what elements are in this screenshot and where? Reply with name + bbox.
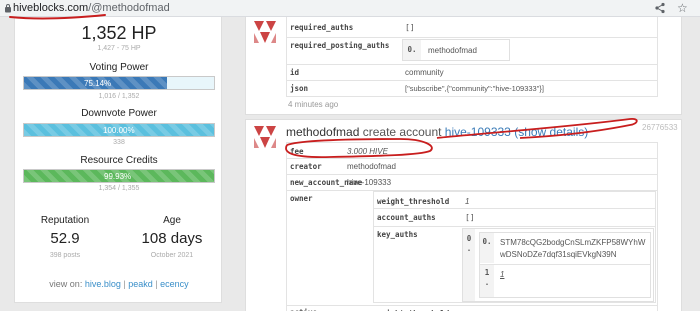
downvote-power-detail: 338 — [113, 139, 125, 146]
resource-credits-value: 99.93% — [104, 172, 132, 181]
array-index: 0. — [480, 233, 494, 263]
url-host: hiveblocks.com — [13, 2, 89, 14]
array-index-dot: . — [484, 278, 490, 287]
url-path: /@methodofmad — [88, 2, 170, 14]
downvote-power-value: 100.00% — [103, 126, 135, 135]
peakd-link[interactable]: peakd — [128, 279, 153, 289]
array-index: 0. — [403, 40, 421, 60]
key-weight: 1 — [500, 270, 505, 279]
reputation-value: 52.9 — [50, 230, 80, 247]
field-key: json — [290, 84, 309, 93]
operation-timestamp: 4 minutes ago — [288, 100, 339, 109]
link-separator: | — [155, 279, 158, 289]
show-details-link[interactable]: (show details) — [514, 125, 588, 139]
operation-number[interactable]: 26776533 — [642, 123, 678, 132]
view-on-label: view on: — [49, 279, 83, 289]
voting-power-value: 75.14% — [84, 79, 112, 88]
resource-credits-detail: 1,354 / 1,355 — [98, 185, 140, 192]
profile-panel: 1,352 HP 1,427 - 75 HP Voting Power 75.1… — [14, 17, 222, 303]
field-value: [] — [465, 213, 475, 222]
array-index: 1. — [480, 265, 494, 297]
field-key: key_auths — [377, 230, 418, 239]
link-separator: | — [123, 279, 126, 289]
share-icon[interactable] — [654, 2, 666, 14]
hive-power-detail: 1,427 - 75 HP — [97, 45, 141, 52]
age-title: Age — [163, 215, 181, 226]
field-value: methodofmad — [428, 46, 477, 55]
field-value: hive-109333 — [347, 178, 392, 187]
voting-power-bar: 75.14% — [23, 76, 215, 90]
resource-credits-bar: 99.93% — [23, 169, 215, 183]
address-bar[interactable]: hiveblocks.com/@methodofmad ☆ — [0, 0, 700, 17]
owner-authority-table: weight_threshold 1 account_auths [] key_… — [373, 191, 656, 303]
field-key: account_auths — [377, 213, 436, 222]
hive-power-total: 1,352 HP — [81, 23, 157, 43]
array-index-digit: 0 — [466, 234, 472, 243]
field-value: community — [405, 68, 444, 77]
operation-table: fee 3.000 HIVE creator methodofmad new_a… — [286, 142, 658, 311]
age-value: 108 days — [141, 230, 203, 247]
public-key-line-1: STM78cQG2bodgCnSLmZKFP58WYhW — [500, 238, 646, 247]
array-index-digit: 1 — [484, 268, 490, 277]
user-link[interactable]: methodofmad — [286, 125, 359, 139]
lock-icon — [5, 4, 11, 13]
field-value: 3.000 HIVE — [347, 147, 388, 156]
target-account-link[interactable]: hive-109333 — [445, 125, 511, 139]
ecency-link[interactable]: ecency — [160, 279, 189, 289]
array-index-dot: . — [466, 244, 472, 253]
operation-table: required_auths [] required_posting_auths… — [286, 17, 658, 97]
field-value: methodofmad — [347, 162, 396, 171]
field-key: required_auths — [290, 23, 354, 32]
operation-card-create-account: methodofmad create account hive-109333 (… — [245, 119, 682, 311]
field-key: weight_threshold — [377, 197, 450, 206]
key-weight-pair: 0. STM78cQG2bodgCnSLmZKFP58WYhW wDSNoDZe… — [479, 232, 651, 298]
hive-logo-icon — [254, 126, 276, 148]
field-value: [] — [405, 23, 415, 32]
operation-title: methodofmad create account hive-109333 (… — [286, 125, 588, 139]
star-icon[interactable]: ☆ — [677, 1, 688, 15]
reputation-title: Reputation — [40, 215, 90, 226]
field-key: owner — [290, 194, 313, 203]
hive-logo-icon — [254, 21, 276, 43]
operation-action: create account — [362, 125, 442, 139]
voting-power-title: Voting Power — [89, 62, 149, 73]
downvote-power-title: Downvote Power — [81, 108, 157, 119]
hive-blog-link[interactable]: hive.blog — [85, 279, 121, 289]
operation-card-custom-json: required_auths [] required_posting_auths… — [245, 17, 682, 115]
resource-credits-title: Resource Credits — [80, 155, 158, 166]
view-on-links: view on: hive.blog | peakd | ecency — [15, 279, 223, 289]
field-key: required_posting_auths — [290, 41, 390, 50]
url-text[interactable]: hiveblocks.com/@methodofmad — [13, 2, 170, 14]
field-value: ["subscribe",{"community":"hive-109333"}… — [405, 84, 544, 93]
key-auths-array: 0. 0. STM78cQG2bodgCnSLmZKFP58WYhW wDSNo… — [462, 228, 654, 302]
field-key: fee — [290, 147, 304, 156]
public-key-line-2: wDSNoDZe7dqf31sqiEVkgN39N — [500, 250, 617, 259]
age-detail: October 2021 — [150, 252, 194, 259]
field-key: id — [290, 68, 300, 77]
field-value: 1 — [465, 197, 470, 206]
field-key: creator — [290, 162, 322, 171]
array-index: 0. — [463, 229, 475, 301]
downvote-power-bar: 100.00% — [23, 123, 215, 137]
reputation-detail: 398 posts — [49, 252, 81, 259]
array-box: 0. methodofmad — [402, 39, 510, 61]
voting-power-detail: 1,016 / 1,352 — [98, 93, 140, 100]
